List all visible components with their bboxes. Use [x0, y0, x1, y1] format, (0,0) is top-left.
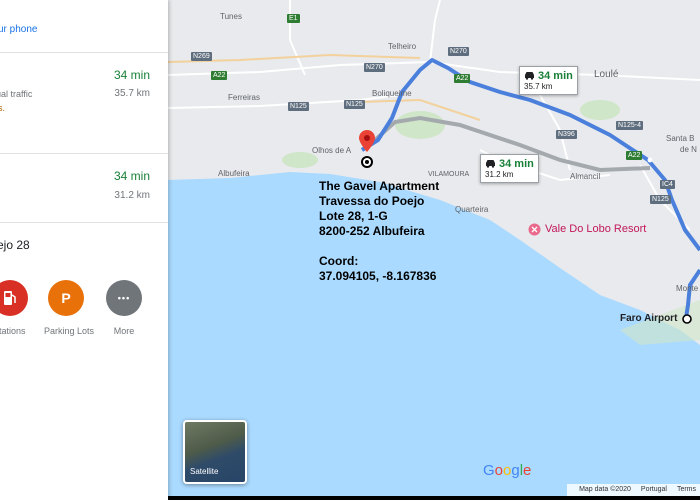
place-label-almancil: Almancil: [570, 172, 601, 181]
route-option-1[interactable]: 34 min 35.7 km ual traffic s.: [0, 53, 168, 153]
place-label-quarteira: Quarteira: [455, 205, 489, 214]
route-time: 34 min: [113, 169, 150, 183]
resort-poi-icon[interactable]: [528, 223, 541, 236]
route-traffic-note-2: s.: [0, 103, 6, 113]
route-traffic-note: ual traffic: [0, 89, 33, 99]
start-marker-icon[interactable]: [361, 156, 373, 168]
send-to-phone-link[interactable]: ur phone: [0, 24, 37, 35]
google-logo-letter: o: [494, 462, 504, 479]
destination-address: ejo 28: [0, 238, 30, 252]
place-label-ferreiras: Ferreiras: [228, 93, 261, 102]
road-shield-n125-a: N125: [288, 102, 309, 111]
terms-link[interactable]: Terms: [677, 486, 696, 493]
car-icon: [525, 72, 534, 80]
address-annotation: The Gavel Apartment Travessa do Poejo Lo…: [319, 179, 440, 283]
route-box-distance: 35.7 km: [524, 82, 553, 91]
place-label-santa-2: de N: [680, 145, 697, 154]
poi-vale-do-lobo[interactable]: Vale Do Lobo Resort: [545, 223, 646, 235]
road-shield-a22-c: A22: [626, 151, 643, 160]
road-shield-e1: E1: [287, 14, 300, 23]
place-label-vilamoura: VILAMOURA: [428, 171, 470, 178]
divider: [0, 222, 168, 223]
poi-faro-airport[interactable]: Faro Airport: [620, 313, 677, 324]
google-logo-text: Google: [483, 462, 531, 479]
map-data-text: Map data ©2020: [579, 486, 631, 493]
place-label-loule: Loulé: [594, 69, 619, 80]
route-box-time: 34 min: [538, 70, 573, 82]
place-label-olhos: Olhos de A: [312, 146, 352, 155]
place-label-tunes: Tunes: [220, 12, 242, 21]
google-logo-letter: g: [511, 462, 520, 479]
satellite-toggle[interactable]: Satellite: [183, 420, 247, 484]
route-option-2[interactable]: 34 min 31.2 km: [0, 154, 168, 222]
route-distance: 31.2 km: [114, 190, 150, 201]
satellite-label: Satellite: [190, 467, 219, 476]
directions-panel: ur phone 34 min 35.7 km ual traffic s. 3…: [0, 0, 168, 500]
gas-station-icon: [0, 280, 28, 316]
route-box-primary[interactable]: 34 min 35.7 km: [519, 66, 578, 95]
place-label-boliqueime: Boliqueime: [372, 89, 412, 98]
route-box-distance: 31.2 km: [485, 170, 514, 179]
nearby-more[interactable]: ••• More: [102, 280, 146, 336]
place-label-monte: Monte: [676, 284, 699, 293]
map-attribution: Map data ©2020 Portugal Terms: [567, 484, 700, 496]
google-logo-letter: G: [483, 462, 495, 479]
road-shield-n270-b: N270: [448, 47, 469, 56]
road-shield-n125-b: N125: [344, 100, 365, 109]
road-shield-n125-4: N125-4: [616, 121, 643, 130]
road-shield-ic4: IC4: [660, 180, 675, 189]
route-box-time: 34 min: [499, 158, 534, 170]
bottom-border: [168, 496, 700, 500]
region-text[interactable]: Portugal: [641, 486, 667, 493]
nearby-label: More: [113, 326, 135, 336]
road-shield-a22-b: A22: [454, 74, 471, 83]
road-shield-n396: N396: [556, 130, 577, 139]
nearby-parking-lots[interactable]: P Parking Lots: [44, 280, 95, 336]
parking-icon: P: [48, 280, 84, 316]
road-shield-n269: N269: [191, 52, 212, 61]
road-shield-n270-a: N270: [364, 63, 385, 72]
destination-pin-icon[interactable]: [359, 130, 375, 152]
nearby-label: Parking Lots: [44, 326, 95, 336]
route-time: 34 min: [113, 68, 150, 82]
nearby-label: stations: [0, 326, 26, 336]
google-logo: Google: [483, 462, 531, 479]
road-shield-n125-c: N125: [650, 195, 671, 204]
place-label-telheiro: Telheiro: [388, 42, 417, 51]
place-label-albufeira: Albufeira: [218, 169, 250, 178]
more-icon: •••: [106, 280, 142, 316]
road-shield-a22-a: A22: [211, 71, 228, 80]
route-box-alternate[interactable]: 34 min 31.2 km: [480, 154, 539, 183]
place-label-santa: Santa B: [666, 134, 695, 143]
google-logo-letter: e: [523, 462, 532, 479]
route-distance: 35.7 km: [114, 88, 150, 99]
car-icon: [486, 160, 495, 168]
nearby-gas-stations[interactable]: stations: [0, 280, 32, 336]
airport-marker-icon[interactable]: [682, 314, 692, 324]
